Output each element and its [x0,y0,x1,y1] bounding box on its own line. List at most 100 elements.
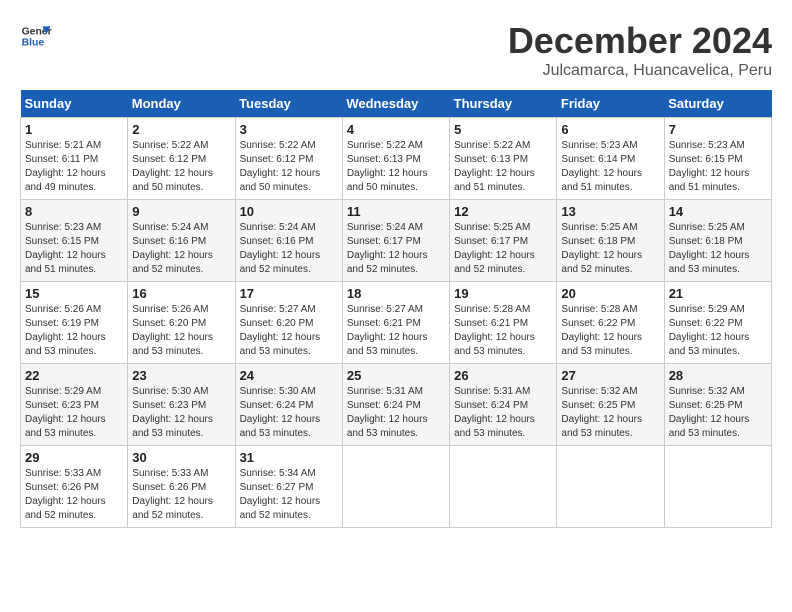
calendar-week-4: 22 Sunrise: 5:29 AMSunset: 6:23 PMDayligh… [21,364,772,446]
calendar-cell [664,446,771,528]
day-number: 19 [454,286,552,301]
calendar-week-5: 29 Sunrise: 5:33 AMSunset: 6:26 PMDayligh… [21,446,772,528]
day-number: 23 [132,368,230,383]
calendar-cell: 16 Sunrise: 5:26 AMSunset: 6:20 PMDayligh… [128,282,235,364]
day-number: 27 [561,368,659,383]
month-title: December 2024 [508,20,772,62]
calendar-cell: 4 Sunrise: 5:22 AMSunset: 6:13 PMDaylight… [342,118,449,200]
day-info: Sunrise: 5:30 AMSunset: 6:24 PMDaylight:… [240,385,338,441]
calendar-cell [342,446,449,528]
day-info: Sunrise: 5:23 AMSunset: 6:14 PMDaylight:… [561,139,659,195]
calendar-cell: 12 Sunrise: 5:25 AMSunset: 6:17 PMDayligh… [450,200,557,282]
col-friday: Friday [557,90,664,118]
col-monday: Monday [128,90,235,118]
day-number: 14 [669,204,767,219]
day-number: 26 [454,368,552,383]
day-info: Sunrise: 5:28 AMSunset: 6:22 PMDaylight:… [561,303,659,359]
day-number: 11 [347,204,445,219]
calendar-cell: 23 Sunrise: 5:30 AMSunset: 6:23 PMDayligh… [128,364,235,446]
page-header: General Blue December 2024 Julcamarca, H… [20,20,772,80]
logo-icon: General Blue [20,20,52,52]
day-info: Sunrise: 5:31 AMSunset: 6:24 PMDaylight:… [454,385,552,441]
calendar-cell: 28 Sunrise: 5:32 AMSunset: 6:25 PMDayligh… [664,364,771,446]
title-block: December 2024 Julcamarca, Huancavelica, … [508,20,772,80]
calendar-cell [450,446,557,528]
calendar-cell: 19 Sunrise: 5:28 AMSunset: 6:21 PMDayligh… [450,282,557,364]
day-info: Sunrise: 5:26 AMSunset: 6:20 PMDaylight:… [132,303,230,359]
calendar-cell: 10Sunrise: 5:24 AMSunset: 6:16 PMDayligh… [235,200,342,282]
day-number: 24 [240,368,338,383]
calendar-cell: 21 Sunrise: 5:29 AMSunset: 6:22 PMDayligh… [664,282,771,364]
day-info: Sunrise: 5:33 AMSunset: 6:26 PMDaylight:… [25,467,123,523]
calendar-header-row: Sunday Monday Tuesday Wednesday Thursday… [21,90,772,118]
col-wednesday: Wednesday [342,90,449,118]
calendar-cell: 9Sunrise: 5:24 AMSunset: 6:16 PMDaylight… [128,200,235,282]
day-number: 29 [25,450,123,465]
col-saturday: Saturday [664,90,771,118]
location-subtitle: Julcamarca, Huancavelica, Peru [508,62,772,80]
svg-text:Blue: Blue [22,38,45,49]
day-number: 21 [669,286,767,301]
day-number: 9 [132,204,230,219]
day-number: 6 [561,122,659,137]
day-number: 18 [347,286,445,301]
day-info: Sunrise: 5:27 AMSunset: 6:20 PMDaylight:… [240,303,338,359]
day-number: 5 [454,122,552,137]
col-sunday: Sunday [21,90,128,118]
calendar-cell: 24 Sunrise: 5:30 AMSunset: 6:24 PMDayligh… [235,364,342,446]
day-info: Sunrise: 5:23 AMSunset: 6:15 PMDaylight:… [669,139,767,195]
calendar-cell: 14Sunrise: 5:25 AMSunset: 6:18 PMDayligh… [664,200,771,282]
calendar-cell: 25Sunrise: 5:31 AMSunset: 6:24 PMDayligh… [342,364,449,446]
day-info: Sunrise: 5:29 AMSunset: 6:23 PMDaylight:… [25,385,123,441]
day-number: 28 [669,368,767,383]
day-info: Sunrise: 5:22 AMSunset: 6:12 PMDaylight:… [240,139,338,195]
col-thursday: Thursday [450,90,557,118]
calendar-cell: 2 Sunrise: 5:22 AMSunset: 6:12 PMDaylight… [128,118,235,200]
calendar-cell: 27 Sunrise: 5:32 AMSunset: 6:25 PMDayligh… [557,364,664,446]
calendar-cell: 26 Sunrise: 5:31 AMSunset: 6:24 PMDayligh… [450,364,557,446]
day-number: 1 [25,122,123,137]
day-info: Sunrise: 5:26 AMSunset: 6:19 PMDaylight:… [25,303,123,359]
calendar-week-2: 8Sunrise: 5:23 AMSunset: 6:15 PMDaylight… [21,200,772,282]
calendar-cell: 1 Sunrise: 5:21 AMSunset: 6:11 PMDaylight… [21,118,128,200]
calendar-cell: 3 Sunrise: 5:22 AMSunset: 6:12 PMDaylight… [235,118,342,200]
day-info: Sunrise: 5:28 AMSunset: 6:21 PMDaylight:… [454,303,552,359]
day-info: Sunrise: 5:22 AMSunset: 6:12 PMDaylight:… [132,139,230,195]
calendar-cell: 13 Sunrise: 5:25 AMSunset: 6:18 PMDayligh… [557,200,664,282]
day-info: Sunrise: 5:24 AMSunset: 6:16 PMDaylight:… [240,221,338,277]
day-number: 13 [561,204,659,219]
day-info: Sunrise: 5:25 AMSunset: 6:17 PMDaylight:… [454,221,552,277]
calendar-cell: 11 Sunrise: 5:24 AMSunset: 6:17 PMDayligh… [342,200,449,282]
calendar-week-3: 15Sunrise: 5:26 AMSunset: 6:19 PMDayligh… [21,282,772,364]
calendar-cell: 20Sunrise: 5:28 AMSunset: 6:22 PMDayligh… [557,282,664,364]
calendar-table: Sunday Monday Tuesday Wednesday Thursday… [20,90,772,528]
day-info: Sunrise: 5:22 AMSunset: 6:13 PMDaylight:… [347,139,445,195]
calendar-cell: 18 Sunrise: 5:27 AMSunset: 6:21 PMDayligh… [342,282,449,364]
day-number: 2 [132,122,230,137]
day-number: 7 [669,122,767,137]
calendar-week-1: 1 Sunrise: 5:21 AMSunset: 6:11 PMDaylight… [21,118,772,200]
calendar-cell: 30Sunrise: 5:33 AMSunset: 6:26 PMDayligh… [128,446,235,528]
calendar-cell: 15Sunrise: 5:26 AMSunset: 6:19 PMDayligh… [21,282,128,364]
day-number: 4 [347,122,445,137]
day-info: Sunrise: 5:24 AMSunset: 6:17 PMDaylight:… [347,221,445,277]
calendar-cell: 6 Sunrise: 5:23 AMSunset: 6:14 PMDaylight… [557,118,664,200]
day-info: Sunrise: 5:31 AMSunset: 6:24 PMDaylight:… [347,385,445,441]
day-info: Sunrise: 5:29 AMSunset: 6:22 PMDaylight:… [669,303,767,359]
day-info: Sunrise: 5:25 AMSunset: 6:18 PMDaylight:… [561,221,659,277]
calendar-cell: 8Sunrise: 5:23 AMSunset: 6:15 PMDaylight… [21,200,128,282]
day-info: Sunrise: 5:32 AMSunset: 6:25 PMDaylight:… [669,385,767,441]
calendar-cell: 17 Sunrise: 5:27 AMSunset: 6:20 PMDayligh… [235,282,342,364]
day-info: Sunrise: 5:30 AMSunset: 6:23 PMDaylight:… [132,385,230,441]
day-info: Sunrise: 5:27 AMSunset: 6:21 PMDaylight:… [347,303,445,359]
day-info: Sunrise: 5:32 AMSunset: 6:25 PMDaylight:… [561,385,659,441]
day-number: 3 [240,122,338,137]
day-info: Sunrise: 5:21 AMSunset: 6:11 PMDaylight:… [25,139,123,195]
day-number: 16 [132,286,230,301]
day-number: 12 [454,204,552,219]
calendar-cell: 31Sunrise: 5:34 AMSunset: 6:27 PMDayligh… [235,446,342,528]
day-number: 22 [25,368,123,383]
day-number: 17 [240,286,338,301]
calendar-cell [557,446,664,528]
calendar-cell: 29 Sunrise: 5:33 AMSunset: 6:26 PMDayligh… [21,446,128,528]
